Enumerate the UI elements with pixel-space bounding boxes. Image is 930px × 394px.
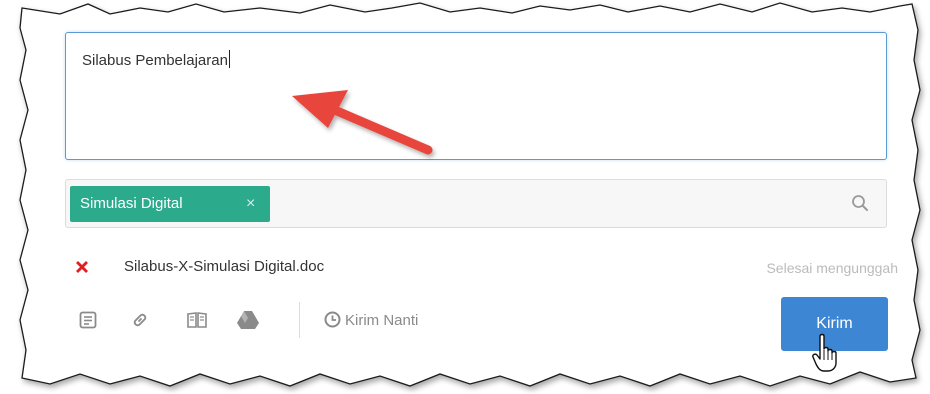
attachment-file-name: Silabus-X-Simulasi Digital.doc	[124, 258, 325, 275]
recipient-chip-label: Simulasi Digital	[80, 195, 183, 212]
schedule-label: Kirim Nanti	[345, 312, 419, 329]
chip-remove-icon[interactable]: ×	[246, 186, 255, 222]
post-text-content: Silabus Pembelajaran	[82, 50, 230, 69]
drive-icon[interactable]	[236, 310, 260, 330]
link-icon[interactable]	[130, 310, 150, 330]
document-icon[interactable]	[78, 310, 98, 330]
clock-icon	[324, 311, 341, 328]
send-button-label: Kirim	[816, 315, 853, 332]
book-icon[interactable]	[186, 310, 208, 330]
remove-attachment-icon[interactable]	[74, 259, 90, 275]
composer-toolbar: Kirim Nanti	[70, 302, 890, 338]
post-text-input[interactable]: Silabus Pembelajaran	[65, 32, 887, 160]
hand-cursor-icon	[812, 333, 837, 372]
attachment-row: Silabus-X-Simulasi Digital.doc Selesai m…	[70, 256, 900, 280]
recipient-chip[interactable]: Simulasi Digital ×	[70, 186, 270, 222]
toolbar-divider	[299, 302, 300, 338]
text-caret	[228, 50, 230, 68]
schedule-send-button[interactable]: Kirim Nanti	[324, 311, 418, 329]
upload-status: Selesai mengunggah	[766, 260, 898, 276]
search-icon[interactable]	[851, 194, 869, 212]
recipient-bar[interactable]: Simulasi Digital ×	[65, 179, 887, 228]
